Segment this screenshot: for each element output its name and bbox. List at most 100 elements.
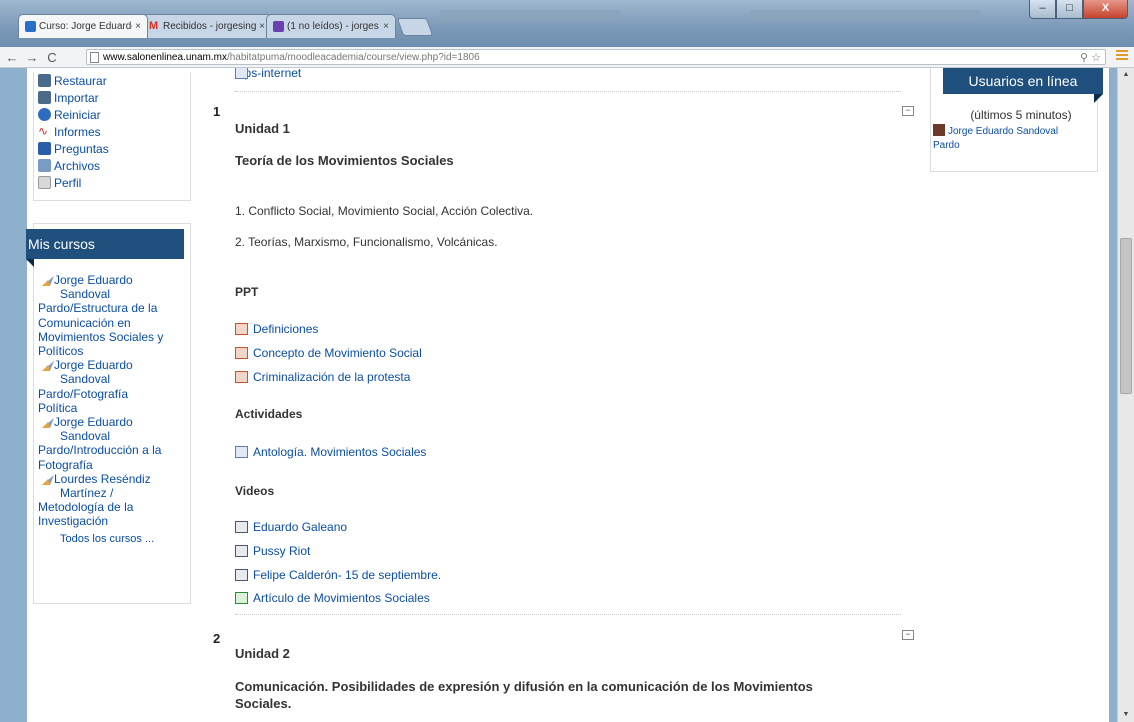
admin-item-questions[interactable]: Preguntas (38, 140, 186, 157)
online-users-subtitle: (últimos 5 minutos) (970, 108, 1072, 122)
chrome-menu-icon[interactable] (1116, 50, 1128, 62)
course-line: Lourdes Reséndiz (54, 471, 151, 486)
admin-item-label: Preguntas (54, 141, 109, 156)
online-user-link[interactable]: Jorge Eduardo Sandoval Pardo (933, 124, 1083, 153)
course-icon (42, 275, 54, 286)
address-path: /habitatpuma/moodleacademia/course/view.… (226, 51, 480, 63)
avatar (933, 124, 945, 136)
tab-title: (1 no leídos) - jorges (287, 21, 379, 32)
mail-favicon-icon (273, 21, 284, 32)
admin-item-restore[interactable]: Restaurar (38, 72, 186, 89)
course-line: Políticos (38, 344, 84, 359)
ppt-link[interactable]: Concepto de Movimiento Social (235, 346, 422, 360)
admin-item-reports[interactable]: ∿ Informes (38, 123, 186, 140)
section-title: Unidad 2 (235, 646, 290, 661)
video-page-icon (235, 545, 248, 557)
scroll-up-arrow-icon[interactable]: ▲ (1118, 68, 1134, 82)
course-link[interactable]: Lourdes Reséndiz Martínez / Metodología … (38, 472, 190, 529)
gmail-favicon-icon: M (149, 20, 159, 32)
tab-course[interactable]: Curso: Jorge Eduardo × (18, 14, 148, 38)
section-number: 1 (213, 104, 221, 119)
my-courses-heading: Mis cursos (26, 229, 184, 267)
admin-item-reset[interactable]: Reiniciar (38, 106, 186, 123)
maximize-button[interactable]: □ (1056, 0, 1083, 19)
course-link[interactable]: Jorge Eduardo Sandoval Pardo/Fotografía … (38, 358, 190, 415)
course-content: Tips-internet 1 − Unidad 1 Teoría de los… (203, 68, 937, 722)
reload-icon[interactable]: C (44, 50, 60, 65)
course-icon (42, 474, 54, 485)
restore-icon (38, 74, 51, 87)
admin-item-label: Archivos (54, 158, 101, 173)
course-line: Fotografía (38, 457, 93, 472)
activity-label: Eduardo Galeano (253, 520, 348, 534)
course-line: Jorge Eduardo (54, 273, 133, 287)
address-bar[interactable]: www.salonenlinea.unam.mx /habitatpuma/mo… (86, 49, 1106, 65)
profile-icon (38, 176, 51, 189)
admin-item-profile[interactable]: Perfil (38, 174, 186, 191)
minimize-button[interactable]: – (1029, 0, 1056, 19)
import-icon (38, 91, 51, 104)
section-text-line: 1. Conflicto Social, Movimiento Social, … (235, 204, 534, 218)
section-divider (235, 91, 901, 92)
tab-gmail[interactable]: M Recibidos - jorgesing × (142, 14, 272, 38)
page-resource-icon (235, 68, 248, 79)
activity-link[interactable]: Antología. Movimientos Sociales (235, 445, 426, 459)
online-users-block: Usuarios en línea (últimos 5 minutos) Jo… (930, 68, 1103, 172)
course-line: Metodología de la (38, 500, 134, 515)
close-tab-icon[interactable]: × (259, 21, 265, 32)
tips-internet-link[interactable]: Tips-internet (235, 68, 301, 80)
reset-icon (38, 108, 51, 121)
close-window-button[interactable]: X (1083, 0, 1128, 19)
actividades-heading: Actividades (235, 407, 303, 421)
powerpoint-icon (235, 323, 248, 335)
scroll-down-arrow-icon[interactable]: ▼ (1118, 708, 1134, 722)
admin-item-label: Restaurar (54, 73, 107, 88)
back-arrow-icon[interactable]: ← (4, 50, 20, 65)
page-viewport: Restaurar Importar Reiniciar ∿ Informes … (0, 68, 1134, 722)
activity-label: Felipe Calderón- 15 de septiembre. (253, 568, 442, 582)
close-tab-icon[interactable]: × (135, 21, 141, 32)
url-link[interactable]: Artículo de Movimientos Sociales (235, 591, 430, 605)
ppt-link[interactable]: Criminalización de la protesta (235, 370, 410, 384)
activity-label: Antología. Movimientos Sociales (253, 445, 427, 459)
section-divider (235, 614, 901, 615)
video-page-icon (235, 569, 248, 581)
close-tab-icon[interactable]: × (383, 21, 389, 32)
browser-toolbar: ← → C www.salonenlinea.unam.mx /habitatp… (0, 47, 1134, 68)
page-icon (90, 51, 99, 63)
admin-item-import[interactable]: Importar (38, 89, 186, 106)
course-link[interactable]: Jorge Eduardo Sandoval Pardo/Estructura … (38, 273, 190, 358)
tab-strip: Curso: Jorge Eduardo × M Recibidos - jor… (18, 14, 434, 38)
blurred-taskbar-region (440, 10, 620, 22)
powerpoint-icon (235, 371, 248, 383)
course-line: Sandoval (60, 287, 111, 302)
address-host: www.salonenlinea.unam.mx (103, 51, 227, 63)
new-tab-button[interactable] (396, 18, 434, 36)
collapse-section-icon[interactable]: − (902, 106, 914, 116)
course-line: Pardo/Fotografía (38, 386, 129, 401)
videos-heading: Videos (235, 484, 275, 498)
admin-item-files[interactable]: Archivos (38, 157, 186, 174)
activity-label: Pussy Riot (253, 544, 311, 558)
files-icon (38, 159, 51, 172)
course-line: Jorge Eduardo (54, 415, 133, 430)
collapse-section-icon[interactable]: − (902, 630, 914, 640)
tab-mail[interactable]: (1 no leídos) - jorges × (266, 14, 396, 38)
blurred-taskbar-region (750, 10, 980, 22)
browser-titlebar: Curso: Jorge Eduardo × M Recibidos - jor… (0, 0, 1134, 47)
scroll-thumb[interactable] (1120, 238, 1132, 394)
course-line: Pardo/Introducción a la (38, 443, 162, 458)
course-list: Jorge Eduardo Sandoval Pardo/Estructura … (34, 259, 190, 545)
all-courses-link[interactable]: Todos los cursos ... (38, 533, 190, 545)
course-line: Política (38, 400, 78, 415)
vertical-scrollbar[interactable]: ▲ ▼ (1117, 68, 1134, 722)
right-column: Usuarios en línea (últimos 5 minutos) Jo… (930, 68, 1103, 172)
ppt-link[interactable]: Definiciones (235, 322, 318, 336)
video-link[interactable]: Felipe Calderón- 15 de septiembre. (235, 568, 441, 582)
forward-arrow-icon[interactable]: → (24, 50, 40, 65)
video-link[interactable]: Eduardo Galeano (235, 520, 347, 534)
online-user-name: Jorge Eduardo Sandoval (948, 126, 1059, 137)
video-link[interactable]: Pussy Riot (235, 544, 310, 558)
course-link[interactable]: Jorge Eduardo Sandoval Pardo/Introducció… (38, 415, 190, 472)
zoom-star-icons[interactable]: ⚲ ☆ (1080, 51, 1101, 64)
